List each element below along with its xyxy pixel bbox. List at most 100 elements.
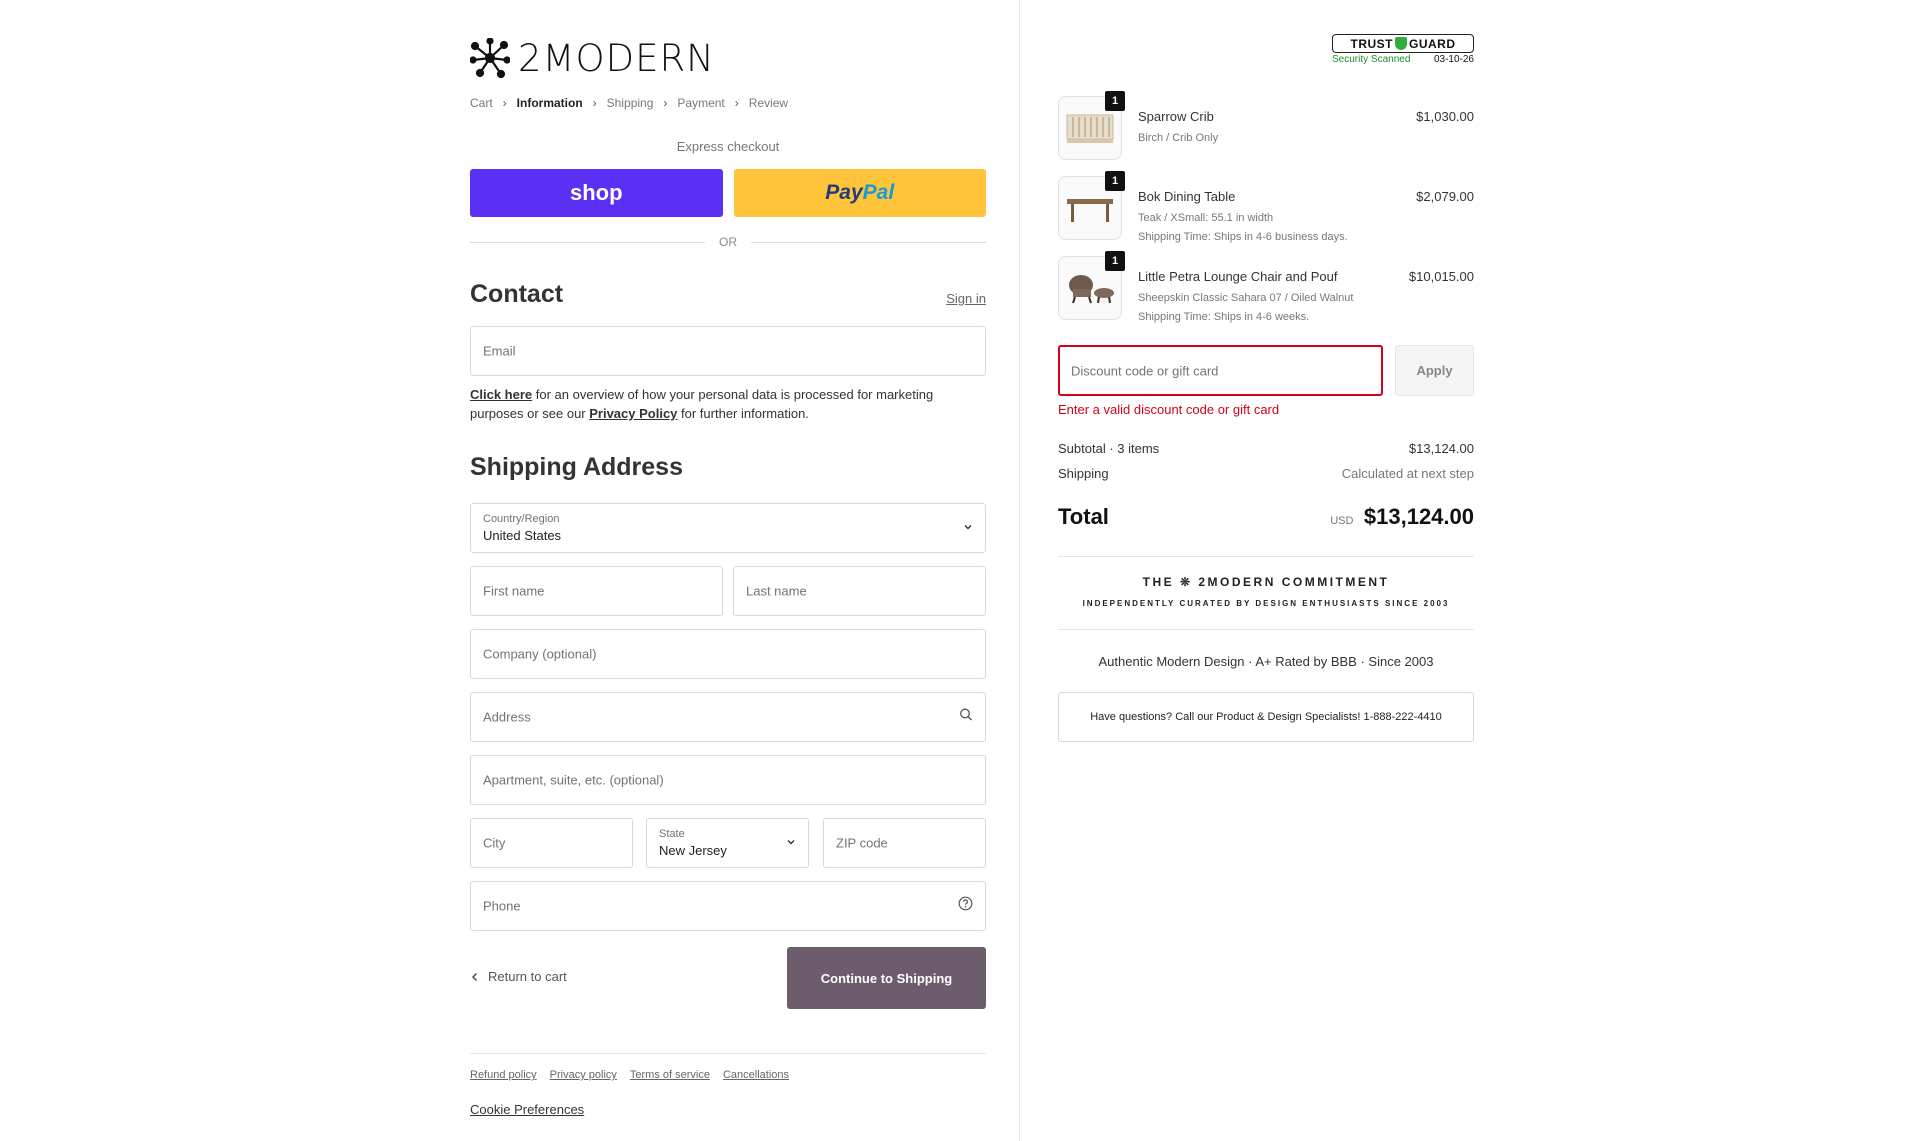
total-value: $13,124.00	[1363, 504, 1474, 529]
country-label: Country/Region	[483, 513, 560, 525]
address-field[interactable]: Address	[470, 692, 986, 742]
help-circle-icon[interactable]	[958, 896, 973, 916]
item-shipping-time: Shipping Time: Ships in 4-6 weeks.	[1138, 311, 1310, 323]
company-placeholder: Company (optional)	[483, 646, 597, 662]
chevron-right-icon: ›	[734, 96, 739, 110]
chevron-left-icon	[472, 972, 477, 981]
subtotal-row: Subtotal · 3 items $13,124.00	[1058, 441, 1474, 456]
last-name-field[interactable]: Last name	[733, 566, 986, 616]
chevron-right-icon: ›	[663, 96, 668, 110]
divider-line	[751, 241, 986, 243]
subtotal-value: $13,124.00	[1408, 441, 1474, 456]
express-checkout-label: Express checkout	[676, 139, 780, 154]
apartment-field[interactable]: Apartment, suite, etc. (optional)	[470, 755, 986, 805]
subtotal-label: Subtotal · 3 items	[1058, 441, 1160, 456]
first-name-field[interactable]: First name	[470, 566, 723, 616]
paypal-label-pay: Pay	[825, 181, 863, 204]
item-details: Birch / Crib Only	[1138, 129, 1218, 148]
cancellations-link[interactable]: Cancellations	[723, 1069, 789, 1081]
discount-code-input[interactable]: Discount code or gift card	[1058, 345, 1383, 396]
continue-to-shipping-button[interactable]: Continue to Shipping	[787, 947, 986, 1009]
privacy-policy-link[interactable]: Privacy Policy	[589, 406, 677, 421]
breadcrumb-cart[interactable]: Cart	[470, 96, 493, 110]
privacy-text-2: for further information.	[677, 406, 809, 421]
product-thumbnail: 1	[1058, 251, 1125, 320]
item-name: Little Petra Lounge Chair and Pouf	[1138, 269, 1338, 284]
privacy-policy-footer-link[interactable]: Privacy policy	[550, 1069, 617, 1081]
breadcrumb-shipping: Shipping	[606, 96, 654, 110]
shop-pay-button[interactable]: shop	[470, 169, 723, 217]
paypal-label-pal: Pal	[862, 181, 895, 204]
phone-placeholder: Phone	[483, 898, 521, 914]
trustguard-title-1: TRUST	[1350, 36, 1393, 51]
trustguard-scan-info: Security Scanned 03-10-26	[1332, 54, 1474, 65]
zip-field[interactable]: ZIP code	[823, 818, 986, 868]
divider-line	[470, 241, 705, 243]
country-value: United States	[483, 528, 562, 543]
email-placeholder: Email	[483, 343, 516, 359]
quantity-badge: 1	[1105, 171, 1125, 191]
company-field[interactable]: Company (optional)	[470, 629, 986, 679]
terms-of-service-link[interactable]: Terms of service	[630, 1069, 710, 1081]
logo-molecule-icon	[470, 38, 510, 78]
state-label: State	[659, 828, 685, 840]
address-placeholder: Address	[483, 709, 531, 725]
state-select[interactable]: State New Jersey	[646, 818, 809, 868]
cookie-preferences-link[interactable]: Cookie Preferences	[470, 1102, 584, 1117]
chevron-down-icon	[786, 834, 796, 852]
trustguard-title: TRUST GUARD	[1332, 34, 1474, 53]
total-label: Total	[1058, 504, 1109, 529]
item-details: Teak / XSmall: 55.1 in width Shipping Ti…	[1138, 209, 1348, 247]
search-icon	[959, 708, 973, 727]
country-select[interactable]: Country/Region United States	[470, 503, 986, 553]
breadcrumb-information: Information	[516, 96, 583, 110]
apply-discount-button[interactable]: Apply	[1395, 345, 1474, 396]
state-value: New Jersey	[659, 843, 727, 858]
chevron-right-icon: ›	[592, 96, 597, 110]
product-thumbnail: 1	[1058, 91, 1125, 160]
cart-item: 1 Sparrow Crib Birch / Crib Only $1,030.…	[1058, 91, 1474, 162]
item-price: $2,079.00	[1416, 189, 1474, 204]
discount-error-message: Enter a valid discount code or gift card	[1058, 402, 1280, 417]
chevron-down-icon	[963, 519, 973, 537]
privacy-notice: Click here for an overview of how your p…	[470, 385, 986, 423]
trustguard-badge[interactable]: TRUST GUARD Security Scanned 03-10-26	[1332, 34, 1474, 65]
brand-logo[interactable]: 2MODERN	[470, 36, 715, 80]
logo-text: 2MODERN	[518, 36, 715, 80]
breadcrumb-payment: Payment	[677, 96, 725, 110]
order-summary-panel: TRUST GUARD Security Scanned 03-10-26 1 …	[1020, 0, 1905, 1141]
item-price: $1,030.00	[1416, 109, 1474, 124]
refund-policy-link[interactable]: Refund policy	[470, 1069, 537, 1081]
return-to-cart-label: Return to cart	[488, 969, 567, 984]
express-buttons: shop Pay Pal	[470, 169, 986, 217]
footer-divider	[470, 1053, 986, 1054]
policy-links: Refund policy Privacy policy Terms of se…	[470, 1069, 789, 1081]
item-shipping-time: Shipping Time: Ships in 4-6 business day…	[1138, 231, 1348, 243]
product-thumbnail: 1	[1058, 171, 1125, 240]
shipping-address-heading: Shipping Address	[470, 453, 683, 481]
total-currency: USD	[1330, 515, 1354, 527]
cart-item: 1 Little Petra Lounge Chair and Pouf She…	[1058, 251, 1474, 323]
phone-field[interactable]: Phone	[470, 881, 986, 931]
apartment-placeholder: Apartment, suite, etc. (optional)	[483, 772, 664, 788]
item-name: Sparrow Crib	[1138, 109, 1214, 124]
discount-placeholder: Discount code or gift card	[1071, 363, 1219, 378]
return-to-cart-link[interactable]: Return to cart	[470, 969, 567, 984]
item-variant: Teak / XSmall: 55.1 in width	[1138, 212, 1274, 224]
city-field[interactable]: City	[470, 818, 633, 868]
chevron-right-icon: ›	[502, 96, 507, 110]
breadcrumb-review: Review	[748, 96, 789, 110]
item-price: $10,015.00	[1408, 269, 1474, 284]
or-label: OR	[719, 235, 737, 249]
email-field[interactable]: Email	[470, 326, 986, 376]
item-variant: Birch / Crib Only	[1138, 132, 1219, 144]
click-here-link[interactable]: Click here	[470, 387, 532, 402]
paypal-button[interactable]: Pay Pal	[733, 169, 986, 217]
or-divider: OR	[470, 235, 986, 249]
commitment-banner: THE ❊ 2MODERN COMMITMENT INDEPENDENTLY C…	[1058, 556, 1474, 630]
item-variant: Sheepskin Classic Sahara 07 / Oiled Waln…	[1138, 292, 1354, 304]
total-row: Total USD $13,124.00	[1058, 504, 1474, 530]
questions-box: Have questions? Call our Product & Desig…	[1058, 692, 1474, 742]
sign-in-link[interactable]: Sign in	[946, 291, 986, 306]
quantity-badge: 1	[1105, 91, 1125, 111]
